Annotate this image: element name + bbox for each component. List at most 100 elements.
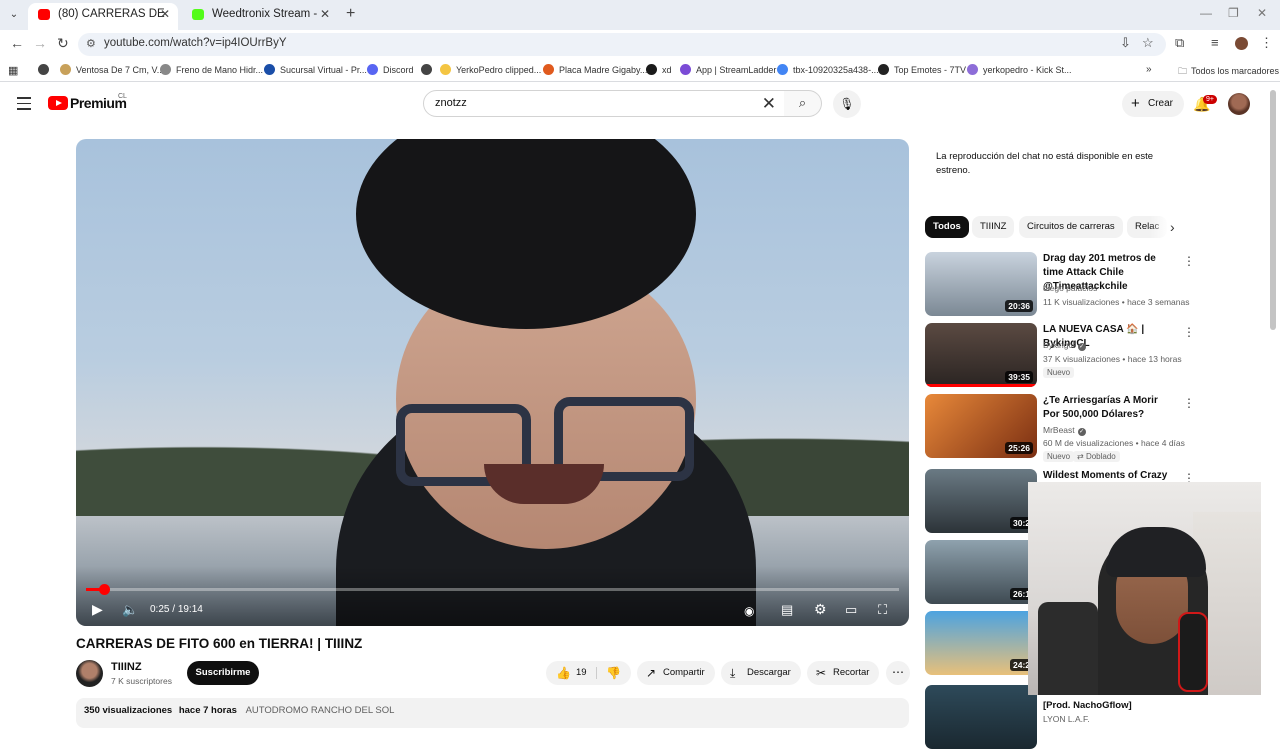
dubbed-icon: ⇄ bbox=[1077, 452, 1086, 461]
tab-label: Weedtronix Stream - Watch Live bbox=[212, 8, 320, 20]
recommendation-channel[interactable]: diego palacios bbox=[1043, 283, 1097, 293]
like-thumb-icon[interactable]: 👍 bbox=[556, 661, 571, 685]
video-title: CARRERAS DE FITO 600 en TIERRA! | TIIINZ bbox=[76, 636, 363, 651]
bookmark-item[interactable]: tbx-10920325a438-... bbox=[777, 64, 879, 75]
tab-search-icon[interactable]: ⌄ bbox=[5, 6, 23, 24]
tab-kick[interactable]: Weedtronix Stream - Watch Live ✕ bbox=[182, 3, 338, 30]
recommendation-channel[interactable]: MrBeast ✓ bbox=[1043, 425, 1086, 436]
scrubber-handle[interactable] bbox=[98, 584, 110, 595]
create-button[interactable]: + Crear bbox=[1122, 91, 1184, 117]
webcam-microphone bbox=[1178, 612, 1208, 692]
more-options-icon[interactable]: ⋮ bbox=[1183, 325, 1195, 339]
more-bookmarks-icon[interactable]: » bbox=[1146, 64, 1152, 75]
dislike-thumb-icon[interactable]: 👎 bbox=[606, 661, 621, 685]
recommendation-thumbnail[interactable] bbox=[925, 685, 1037, 749]
volume-icon[interactable]: 🔈 bbox=[122, 602, 138, 618]
clip-button[interactable]: ✂ Recortar bbox=[807, 661, 880, 685]
theater-mode-icon[interactable]: ▭ bbox=[845, 602, 857, 618]
recommendation-channel[interactable]: LYON L.A.F. bbox=[1043, 714, 1090, 724]
clear-search-icon[interactable]: ✕ bbox=[762, 94, 776, 114]
share-button[interactable]: ↗ Compartir bbox=[637, 661, 715, 685]
bookmark-item[interactable]: Ventosa De 7 Cm, V... bbox=[60, 64, 164, 75]
minimize-icon[interactable]: — bbox=[1200, 6, 1212, 20]
account-avatar[interactable] bbox=[1228, 93, 1250, 115]
autoplay-toggle[interactable]: ◉ bbox=[744, 604, 754, 618]
progress-bar[interactable] bbox=[86, 584, 899, 595]
bookmark-item[interactable]: yerkopedro - Kick St... bbox=[967, 64, 1072, 75]
subtitles-icon[interactable]: ▤ bbox=[781, 602, 793, 618]
settings-gear-icon[interactable]: ⚙ bbox=[814, 601, 827, 618]
like-count[interactable]: 19 bbox=[576, 661, 587, 685]
bookmark-item[interactable] bbox=[38, 64, 54, 75]
subscribe-button[interactable]: Suscribirme bbox=[187, 661, 259, 685]
recommendation-thumbnail[interactable]: 24:2 bbox=[925, 611, 1037, 675]
recommendation-thumbnail[interactable]: 30:2 bbox=[925, 469, 1037, 533]
install-app-icon[interactable]: ⇩ bbox=[1120, 35, 1131, 51]
channel-name[interactable]: TIIINZ bbox=[111, 661, 142, 673]
tab-youtube[interactable]: (80) CARRERAS DE FITO 600 en TIERRA! | T… bbox=[28, 3, 178, 30]
recommendation-thumbnail[interactable]: 39:35 bbox=[925, 323, 1037, 387]
site-info-icon[interactable]: ⚙ bbox=[86, 37, 96, 50]
more-options-icon[interactable]: ⋮ bbox=[1183, 254, 1195, 268]
recommendation-thumbnail[interactable]: 25:26 bbox=[925, 394, 1037, 458]
current-time: 0:25 bbox=[150, 604, 170, 615]
recommendation-item[interactable]: 20:36 Drag day 201 metros de time Attack… bbox=[925, 252, 1195, 316]
search-input[interactable]: znotzz ✕ bbox=[423, 90, 785, 117]
recommendation-channel[interactable]: Bykingcl ✓ bbox=[1043, 340, 1086, 351]
bookmark-item[interactable]: Sucursal Virtual - Pr... bbox=[264, 64, 367, 75]
search-query[interactable]: znotzz bbox=[435, 97, 467, 109]
video-location[interactable]: AUTODROMO RANCHO DEL SOL bbox=[246, 705, 395, 716]
search-button[interactable]: ⌕ bbox=[784, 90, 822, 117]
voice-search-button[interactable]: 🎙 bbox=[833, 90, 861, 118]
bookmark-favicon-icon bbox=[646, 64, 657, 75]
recommendation-item[interactable]: 39:35 LA NUEVA CASA 🏠 | BykingCL Bykingc… bbox=[925, 323, 1195, 387]
reading-list-icon[interactable]: ≡ bbox=[1211, 35, 1219, 50]
apps-grid-icon[interactable]: ▦ bbox=[8, 64, 18, 77]
back-arrow-icon[interactable]: ← bbox=[10, 35, 24, 51]
close-window-icon[interactable]: ✕ bbox=[1257, 6, 1267, 20]
new-tab-button[interactable]: + bbox=[346, 5, 355, 23]
all-bookmarks-folder[interactable]: 🗀 Todos los marcadores bbox=[1178, 64, 1279, 80]
bookmark-item[interactable]: xd bbox=[646, 64, 672, 75]
bookmark-item[interactable]: Freno de Mano Hidr... bbox=[160, 64, 263, 75]
search-icon: ⌕ bbox=[798, 95, 807, 110]
chip-todos[interactable]: Todos bbox=[925, 216, 969, 238]
channel-avatar[interactable] bbox=[76, 660, 103, 687]
bookmark-item[interactable]: YerkoPedro clipped... bbox=[440, 64, 541, 75]
chip-tiiinz[interactable]: TIIINZ bbox=[972, 216, 1015, 238]
more-actions-icon[interactable]: ⋯ bbox=[886, 661, 910, 685]
close-tab-icon[interactable]: ✕ bbox=[320, 3, 330, 26]
forward-arrow-icon[interactable]: → bbox=[33, 35, 47, 51]
webcam-chair bbox=[1038, 602, 1098, 695]
extensions-icon[interactable]: ⧉ bbox=[1175, 35, 1184, 51]
bookmark-item[interactable] bbox=[421, 64, 437, 75]
recommendation-thumbnail[interactable]: 20:36 bbox=[925, 252, 1037, 316]
chevron-right-icon[interactable]: › bbox=[1170, 219, 1175, 235]
bookmark-item[interactable]: Discord bbox=[367, 64, 414, 75]
browser-menu-icon[interactable]: ⋮ bbox=[1260, 35, 1273, 51]
bookmark-item[interactable]: Top Emotes - 7TV bbox=[878, 64, 966, 75]
video-player[interactable]: ▶ 🔈 0:25 / 19:14 ◉ ▤ ⚙ ▭ ⛶ bbox=[76, 139, 909, 626]
bookmark-item[interactable]: App | StreamLadder bbox=[680, 64, 776, 75]
description-box[interactable]: 350 visualizaciones hace 7 horas AUTODRO… bbox=[76, 698, 909, 728]
profile-avatar[interactable] bbox=[1235, 37, 1248, 50]
download-button[interactable]: ⤓ Descargar bbox=[721, 661, 801, 685]
reload-icon[interactable]: ↻ bbox=[57, 35, 69, 52]
more-options-icon[interactable]: ⋮ bbox=[1183, 396, 1195, 410]
restore-icon[interactable]: ❐ bbox=[1228, 6, 1239, 20]
recommendation-title[interactable]: [Prod. NachoGflow] bbox=[1043, 699, 1175, 713]
recommendation-title[interactable]: ¿Te Arriesgarías A Morir Por 500,000 Dól… bbox=[1043, 394, 1175, 422]
play-icon[interactable]: ▶ bbox=[92, 601, 103, 618]
address-bar[interactable]: ⚙ youtube.com/watch?v=ip4IOUrrByY bbox=[78, 33, 1166, 56]
bookmark-star-icon[interactable]: ☆ bbox=[1142, 35, 1154, 51]
recommendation-item[interactable]: 25:26 ¿Te Arriesgarías A Morir Por 500,0… bbox=[925, 394, 1195, 462]
fullscreen-icon[interactable]: ⛶ bbox=[878, 602, 887, 618]
page-scrollbar[interactable] bbox=[1270, 90, 1276, 330]
recommendation-thumbnail[interactable]: 26:1 bbox=[925, 540, 1037, 604]
bookmark-item[interactable]: Placa Madre Gigaby... bbox=[543, 64, 647, 75]
youtube-logo-icon[interactable] bbox=[48, 96, 68, 110]
close-tab-icon[interactable]: ✕ bbox=[160, 3, 170, 26]
chip-circuitos[interactable]: Circuitos de carreras bbox=[1019, 216, 1123, 238]
url-text[interactable]: youtube.com/watch?v=ip4IOUrrByY bbox=[104, 37, 286, 49]
menu-hamburger-icon[interactable] bbox=[17, 97, 31, 114]
